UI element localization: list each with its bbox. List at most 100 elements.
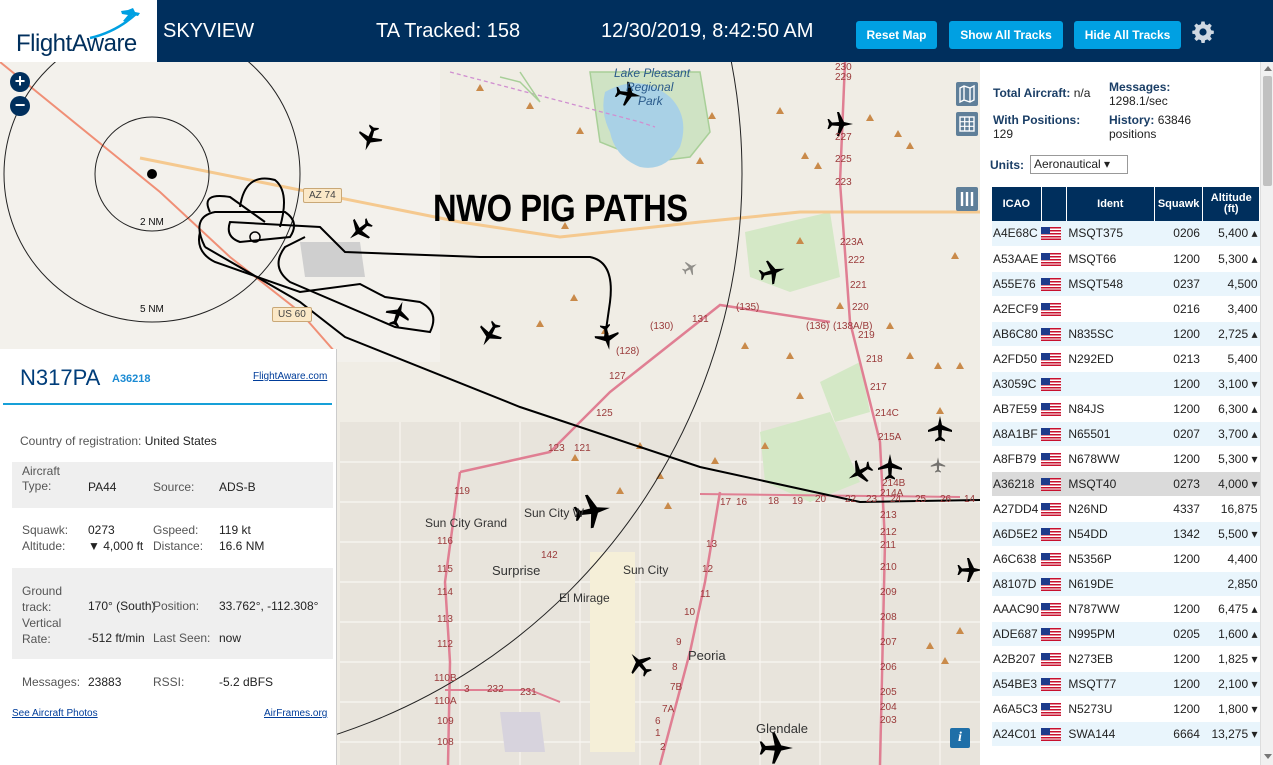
table-row[interactable]: AB6C80 N835SC 1200 2,725 ▴ xyxy=(992,321,1260,347)
map-layers-button[interactable] xyxy=(956,82,978,106)
us-flag-icon xyxy=(1041,302,1062,316)
col-altitude[interactable]: Altitude (ft) xyxy=(1202,187,1260,221)
table-row[interactable]: A3059C 1200 3,100 ▾ xyxy=(992,371,1260,397)
icao-cell: AB6C80 xyxy=(992,321,1042,347)
icao-cell: A55E76 xyxy=(992,271,1042,297)
road-label: 213 xyxy=(880,510,897,521)
road-label: (136) xyxy=(806,321,830,332)
hide-all-tracks-button[interactable]: Hide All Tracks xyxy=(1074,21,1181,49)
road-label: 23 xyxy=(866,494,878,505)
flightaware-link[interactable]: FlightAware.com xyxy=(253,371,327,382)
aircraft-photos-link[interactable]: See Aircraft Photos xyxy=(12,708,98,719)
ident-cell: N787WW xyxy=(1066,596,1155,622)
zoom-out-button[interactable]: − xyxy=(10,96,30,116)
place-label: Park xyxy=(638,94,663,108)
reset-map-button[interactable]: Reset Map xyxy=(856,21,937,49)
altitude-cell: 3,100 ▾ xyxy=(1202,371,1260,397)
col-icao[interactable]: ICAO xyxy=(992,187,1042,221)
skyview-app: FlightAware SKYVIEW TA Tracked: 158 12/3… xyxy=(0,0,1273,765)
place-label: Peoria xyxy=(688,648,726,663)
road-label: 7B xyxy=(670,682,683,693)
table-row[interactable]: A6D5E2 N54DD 1342 5,500 ▾ xyxy=(992,521,1260,547)
toggle-sidebar-button[interactable] xyxy=(956,187,978,211)
col-flag[interactable] xyxy=(1041,187,1067,221)
road-label: 222 xyxy=(848,255,865,266)
flag-cell xyxy=(1041,696,1067,722)
us-flag-icon xyxy=(1041,352,1062,366)
tracked-count: TA Tracked: 158 xyxy=(376,20,521,42)
table-row[interactable]: A8FB79 N678WW 1200 5,300 ▾ xyxy=(992,446,1260,472)
table-row[interactable]: AAAC90 N787WW 1200 6,475 ▴ xyxy=(992,596,1260,622)
us-flag-icon xyxy=(1041,527,1062,541)
list-scrollbar[interactable] xyxy=(1260,62,1273,765)
selected-callsign: N317PA xyxy=(20,365,101,390)
table-row[interactable]: A27DD4 N26ND 4337 16,875 xyxy=(992,496,1260,522)
table-row[interactable]: A24C01 SWA144 6664 13,275 ▾ xyxy=(992,721,1260,747)
top-bar: FlightAware SKYVIEW TA Tracked: 158 12/3… xyxy=(0,0,1273,62)
map-view[interactable]: + − i NWO PIG PATHS 2 NM 5 NM Lake Pleas… xyxy=(0,62,980,765)
flag-cell xyxy=(1041,446,1067,472)
gear-icon[interactable] xyxy=(1191,20,1215,44)
flightaware-logo[interactable]: FlightAware xyxy=(0,0,157,62)
table-row[interactable]: A8A1BF N65501 0207 3,700 ▴ xyxy=(992,421,1260,447)
us-flag-icon xyxy=(1041,402,1062,416)
airframes-link[interactable]: AirFrames.org xyxy=(264,708,327,719)
table-row[interactable]: A6C638 N5356P 1200 4,400 xyxy=(992,546,1260,572)
table-row[interactable]: A36218 MSQT40 0273 4,000 ▾ xyxy=(992,471,1260,497)
road-label: 212 xyxy=(880,527,897,538)
squawk-cell xyxy=(1154,571,1203,597)
table-row[interactable]: A2B207 N273EB 1200 1,825 ▾ xyxy=(992,646,1260,672)
info-button[interactable]: i xyxy=(950,728,970,748)
table-row[interactable]: A8107D N619DE 2,850 xyxy=(992,571,1260,597)
us-flag-icon xyxy=(1041,452,1062,466)
table-row[interactable]: A54BE3 MSQT77 1200 2,100 ▾ xyxy=(992,671,1260,697)
squawk-cell: 0207 xyxy=(1154,421,1203,447)
zoom-in-button[interactable]: + xyxy=(10,72,30,92)
road-label: 203 xyxy=(880,715,897,726)
us-flag-icon xyxy=(1041,327,1062,341)
road-label: 225 xyxy=(835,154,852,165)
table-row[interactable]: AB7E59 N84JS 1200 6,300 ▴ xyxy=(992,396,1260,422)
aircraft-table-body: A4E68C MSQT375 0206 5,400 ▴ A53AAE MSQT66 1200… xyxy=(992,221,1260,747)
rssi-label: RSSI: xyxy=(153,675,185,689)
squawk-cell: 6664 xyxy=(1154,721,1203,747)
grid-toggle-button[interactable] xyxy=(956,112,978,136)
road-label: 206 xyxy=(880,662,897,673)
table-row[interactable]: A2FD50 N292ED 0213 5,400 xyxy=(992,346,1260,372)
altitude-cell: 5,300 ▴ xyxy=(1202,246,1260,272)
scroll-down-icon[interactable] xyxy=(1264,754,1272,759)
icao-cell: A4E68C xyxy=(992,221,1042,247)
col-ident[interactable]: Ident xyxy=(1066,187,1155,221)
table-row[interactable]: A6A5C3 N5273U 1200 1,800 ▾ xyxy=(992,696,1260,722)
altitude-value: ▼ 4,000 ft xyxy=(88,539,144,553)
col-squawk[interactable]: Squawk xyxy=(1154,187,1204,221)
road-label: 223 xyxy=(835,177,852,188)
ident-cell: MSQT375 xyxy=(1066,221,1155,247)
table-row[interactable]: A2ECF9 0216 3,400 xyxy=(992,296,1260,322)
road-label: (130) xyxy=(650,321,674,332)
vertical-rate-label: Vertical Rate: xyxy=(22,616,62,646)
gspeed-value: 119 kt xyxy=(219,523,251,537)
road-label: 109 xyxy=(437,716,454,727)
units-select[interactable]: Aeronautical ▾ xyxy=(1030,155,1128,174)
flag-cell xyxy=(1041,321,1067,347)
squawk-cell: 4337 xyxy=(1154,496,1203,522)
icao-cell: A54BE3 xyxy=(992,671,1042,697)
ident-cell: N273EB xyxy=(1066,646,1155,672)
show-all-tracks-button[interactable]: Show All Tracks xyxy=(949,21,1063,49)
messages-stat-label: Messages: xyxy=(1109,80,1171,94)
road-label: 26 xyxy=(940,494,952,505)
table-row[interactable]: A53AAE MSQT66 1200 5,300 ▴ xyxy=(992,246,1260,272)
scroll-thumb[interactable] xyxy=(1263,76,1272,186)
table-row[interactable]: A55E76 MSQT548 0237 4,500 xyxy=(992,271,1260,297)
road-label: 220 xyxy=(852,302,869,313)
country-value: United States xyxy=(144,434,217,448)
place-label: Regional xyxy=(626,80,674,94)
table-row[interactable]: A4E68C MSQT375 0206 5,400 ▴ xyxy=(992,221,1260,247)
last-seen-value: now xyxy=(219,631,242,645)
table-row[interactable]: ADE687 N995PM 0205 1,600 ▴ xyxy=(992,621,1260,647)
panel-divider xyxy=(3,403,332,405)
scroll-up-icon[interactable] xyxy=(1264,66,1272,71)
road-label: 218 xyxy=(866,354,883,365)
highway-shield: AZ 74 xyxy=(303,188,342,203)
